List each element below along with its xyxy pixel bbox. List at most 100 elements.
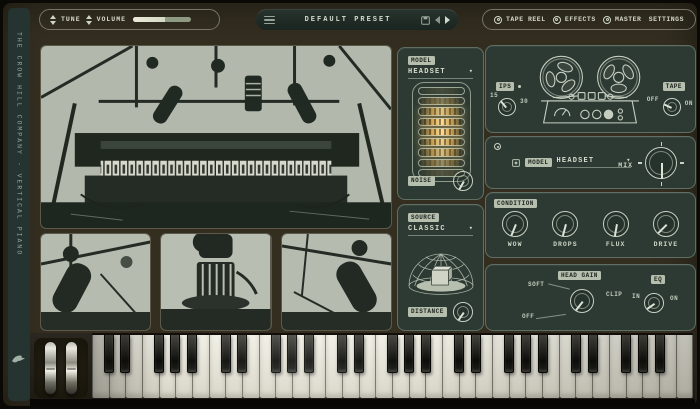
thumbnail-mic-right[interactable] — [281, 233, 392, 331]
tape-mark-on: ON — [685, 100, 693, 107]
model-select[interactable]: HEADSET ▾ — [408, 68, 473, 79]
ips-mark-30: 30 — [520, 98, 528, 105]
flux-knob[interactable] — [603, 211, 629, 237]
tune-down-icon[interactable] — [50, 21, 56, 25]
black-key[interactable] — [387, 335, 397, 373]
condition-knobs: WOW DROPS FLUX DRIVE — [490, 211, 691, 248]
thumbnail-mic-center[interactable] — [160, 233, 271, 331]
black-key[interactable] — [471, 335, 481, 373]
black-key[interactable] — [271, 335, 281, 373]
mod-wheel[interactable] — [65, 341, 78, 395]
meter-segment — [418, 159, 465, 167]
volume-label: VOLUME — [97, 16, 126, 23]
volume-slider[interactable] — [133, 17, 191, 22]
distance-row: DISTANCE — [408, 302, 473, 322]
flux-control: FLUX — [603, 211, 629, 248]
next-preset-icon[interactable] — [445, 16, 450, 24]
source-select[interactable]: CLASSIC ▾ — [408, 225, 473, 236]
black-key[interactable] — [120, 335, 130, 373]
distance-tag: DISTANCE — [408, 307, 447, 316]
black-key[interactable] — [421, 335, 431, 373]
tape-knob[interactable] — [663, 98, 681, 116]
drops-knob[interactable] — [552, 211, 578, 237]
brand-text: THE CROW HILL COMPANY - VERTICAL PIANO — [16, 32, 23, 256]
black-key[interactable] — [538, 335, 548, 373]
black-key[interactable] — [571, 335, 581, 373]
black-key[interactable] — [221, 335, 231, 373]
tab-tape-reel[interactable]: TAPE REEL — [494, 16, 546, 24]
black-key[interactable] — [187, 335, 197, 373]
black-key[interactable] — [621, 335, 631, 373]
black-key[interactable] — [655, 335, 665, 373]
black-key[interactable] — [504, 335, 514, 373]
meter-segment — [418, 128, 465, 136]
black-key[interactable] — [454, 335, 464, 373]
black-key[interactable] — [170, 335, 180, 373]
black-key[interactable] — [287, 335, 297, 373]
reel-icon — [603, 16, 611, 24]
black-key[interactable] — [588, 335, 598, 373]
black-key[interactable] — [304, 335, 314, 373]
mix-row: MODEL HEADSET ▾ — [512, 157, 631, 168]
menu-icon[interactable] — [264, 16, 275, 25]
black-key[interactable] — [521, 335, 531, 373]
mix-knob[interactable] — [645, 147, 677, 179]
volume-down-icon[interactable] — [86, 21, 92, 25]
black-key[interactable] — [104, 335, 114, 373]
meter-segment — [418, 97, 465, 105]
prev-preset-icon[interactable] — [435, 16, 440, 24]
head-gain-mark-clip: CLIP — [606, 291, 622, 298]
plugin-window: THE CROW HILL COMPANY - VERTICAL PIANO T… — [0, 0, 700, 409]
noise-knob[interactable] — [453, 171, 473, 191]
condition-panel: CONDITION WOW DROPS FLUX DRIVE — [485, 192, 696, 258]
source-tag: SOURCE — [408, 213, 439, 222]
gain-panel: HEAD GAIN SOFT CLIP OFF EQ IN ON — [485, 264, 696, 331]
eq-knob[interactable] — [644, 293, 664, 313]
thumbnail-mic-left[interactable] — [40, 233, 151, 331]
drops-control: DROPS — [552, 211, 578, 248]
tab-effects[interactable]: EFFECTS — [553, 16, 596, 24]
head-gain-knob[interactable] — [570, 289, 594, 313]
ips-led — [518, 85, 521, 88]
power-icon[interactable] — [494, 143, 501, 150]
sidebar: THE CROW HILL COMPANY - VERTICAL PIANO — [8, 8, 30, 401]
piano-keyboard[interactable] — [92, 335, 693, 398]
ips-knob[interactable] — [498, 98, 516, 116]
keyboard-shadow — [30, 399, 695, 406]
crow-logo-icon — [11, 353, 27, 371]
tape-machine-graphic — [504, 48, 676, 132]
tune-up-icon[interactable] — [50, 15, 56, 19]
volume-stepper[interactable] — [86, 15, 92, 25]
meter-segment — [418, 118, 465, 126]
mix-panel: MODEL HEADSET ▾ MIX — [485, 136, 696, 189]
preset-name[interactable]: DEFAULT PRESET — [275, 16, 421, 24]
chevron-down-icon: ▾ — [469, 226, 473, 233]
white-key[interactable] — [677, 335, 694, 398]
main-photo-piano-with-mics — [40, 45, 392, 229]
drive-knob[interactable] — [653, 211, 679, 237]
black-key[interactable] — [337, 335, 347, 373]
pitch-wheel[interactable] — [44, 341, 57, 395]
tune-stepper[interactable] — [50, 15, 56, 25]
save-icon[interactable] — [421, 16, 430, 25]
volume-up-icon[interactable] — [86, 15, 92, 19]
eq-mark-in: IN — [632, 293, 640, 300]
black-key[interactable] — [154, 335, 164, 373]
black-key[interactable] — [638, 335, 648, 373]
head-gain-mark-soft: SOFT — [528, 281, 544, 288]
noise-row: NOISE — [408, 171, 473, 191]
tape-tag: TAPE — [663, 82, 685, 91]
black-key[interactable] — [237, 335, 247, 373]
reel-icon — [494, 16, 502, 24]
black-key[interactable] — [404, 335, 414, 373]
ips-tag: IPS — [496, 82, 514, 91]
distance-knob[interactable] — [453, 302, 473, 322]
black-key[interactable] — [354, 335, 364, 373]
thumbnail-row — [40, 233, 392, 331]
reel-icon — [553, 16, 561, 24]
preset-controls — [421, 16, 450, 25]
wow-knob[interactable] — [502, 211, 528, 237]
tab-settings[interactable]: SETTINGS — [649, 16, 684, 23]
keyboard-strip — [30, 333, 695, 406]
tab-master[interactable]: MASTER — [603, 16, 641, 24]
